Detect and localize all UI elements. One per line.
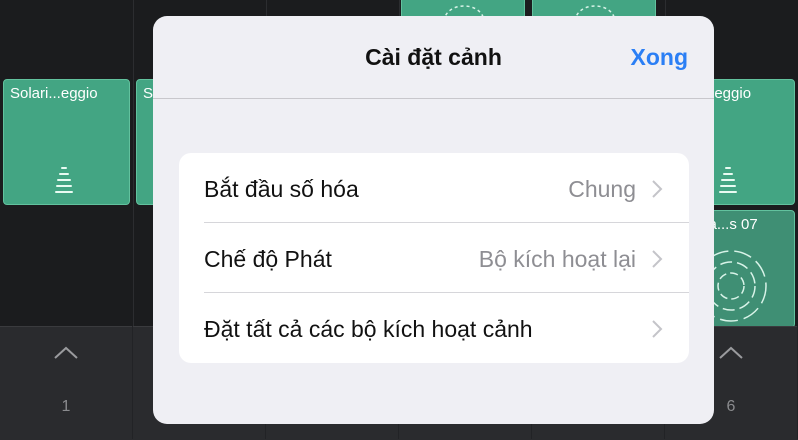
column-trigger-button-1[interactable]: 1 [0,326,133,439]
chevron-up-icon [719,346,743,359]
row-value: Bộ kích hoạt lại [478,246,636,272]
loop-cell-name: S [143,85,154,102]
column-number: 1 [61,398,71,415]
chevron-up-icon [54,346,78,359]
row-value: Chung [568,176,636,202]
chevron-right-icon [652,180,663,198]
settings-list: Bắt đầu số hóa Chung Chế độ Phát Bộ kích… [179,153,689,363]
waveform-icon [719,167,737,193]
settings-row-play-mode[interactable]: Chế độ Phát Bộ kích hoạt lại [179,223,689,293]
row-label: Chế độ Phát [204,246,332,272]
scene-settings-popover: Cài đặt cảnh Xong Bắt đầu số hóa Chung C… [153,16,714,424]
row-label: Đặt tất cả các bộ kích hoạt cảnh [204,316,533,342]
row-label: Bắt đầu số hóa [204,176,359,202]
grid-divider [133,0,134,330]
waveform-icon [55,167,73,193]
chevron-right-icon [652,320,663,338]
chevron-right-icon [652,250,663,268]
settings-row-start-quantize[interactable]: Bắt đầu số hóa Chung [179,153,689,223]
popover-header: Cài đặt cảnh Xong [153,16,714,99]
loop-cell-name: Solari...eggio [10,85,98,102]
loop-cell[interactable]: Solari...eggio [3,79,130,205]
settings-row-set-all-scene-triggers[interactable]: Đặt tất cả các bộ kích hoạt cảnh [179,293,689,363]
done-button[interactable]: Xong [631,44,689,71]
